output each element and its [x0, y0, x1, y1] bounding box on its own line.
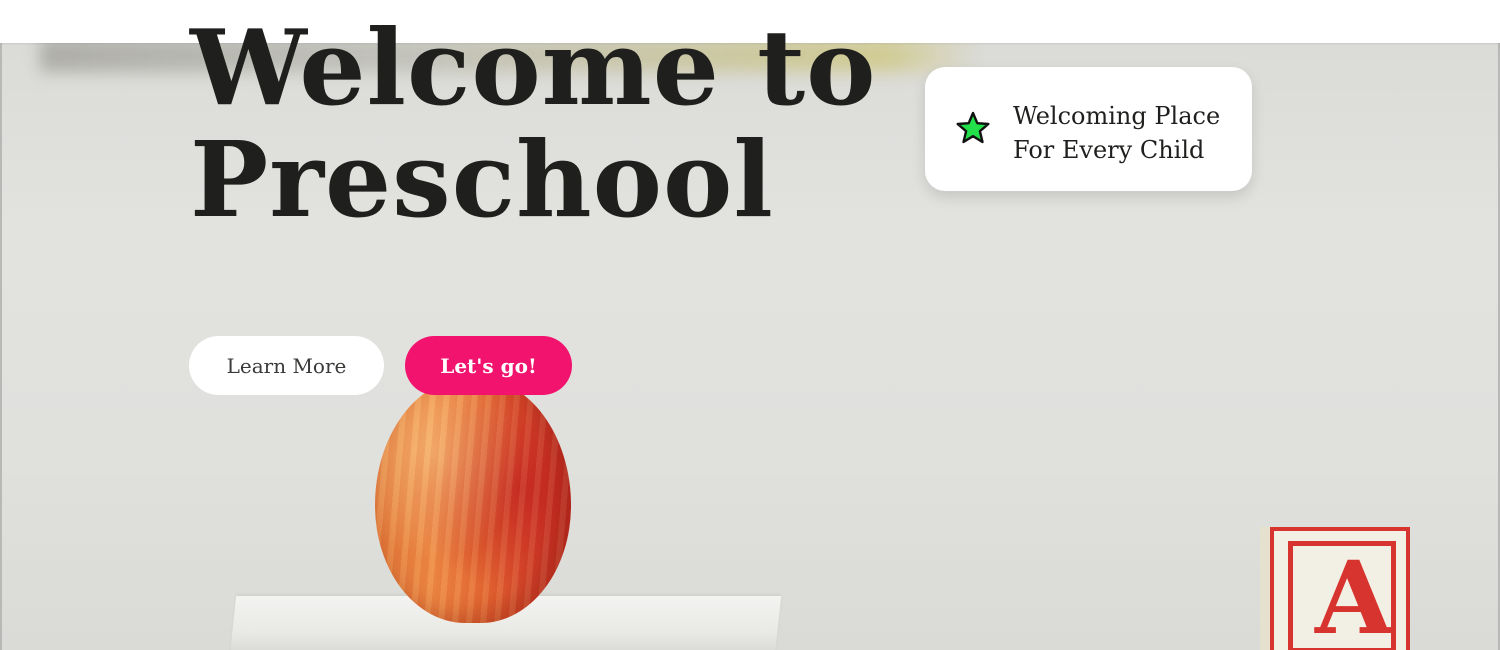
feature-text: Welcoming Place For Every Child [1013, 99, 1243, 167]
headline-line-2: Preschool [190, 118, 774, 241]
feature-line-1: Welcoming Place [1013, 102, 1221, 130]
headline-line-1: Welcome to [190, 6, 877, 129]
letter-block-letter: A [1315, 539, 1393, 650]
lets-go-button[interactable]: Let's go! [405, 336, 572, 395]
apple-texture [375, 378, 571, 623]
learn-more-button[interactable]: Learn More [189, 336, 384, 395]
feature-line-2: For Every Child [1013, 136, 1205, 164]
feature-card: Welcoming Place For Every Child [925, 67, 1252, 191]
hero-headline: Welcome to Preschool [190, 12, 910, 236]
star-icon [956, 111, 990, 144]
left-border [0, 0, 2, 650]
